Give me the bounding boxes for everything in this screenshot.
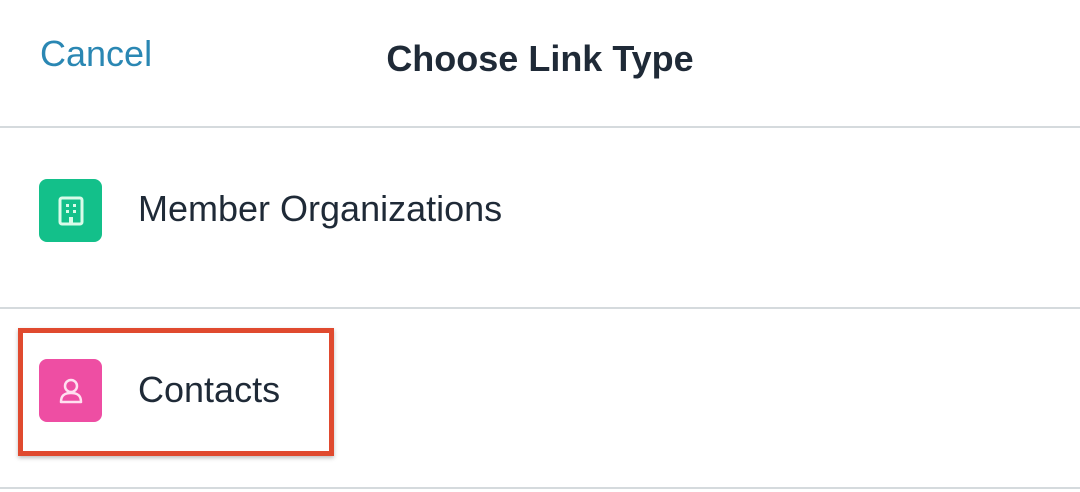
option-label: Member Organizations bbox=[138, 188, 503, 229]
option-label: Contacts bbox=[138, 369, 281, 410]
modal-header: Cancel Choose Link Type bbox=[0, 0, 1080, 127]
option-contacts[interactable]: Contacts bbox=[0, 309, 1080, 487]
contact-icon bbox=[39, 359, 102, 422]
divider bbox=[0, 487, 1080, 489]
option-member-organizations[interactable]: Member Organizations bbox=[0, 128, 1080, 306]
building-icon bbox=[39, 179, 102, 242]
page-title: Choose Link Type bbox=[386, 38, 694, 79]
